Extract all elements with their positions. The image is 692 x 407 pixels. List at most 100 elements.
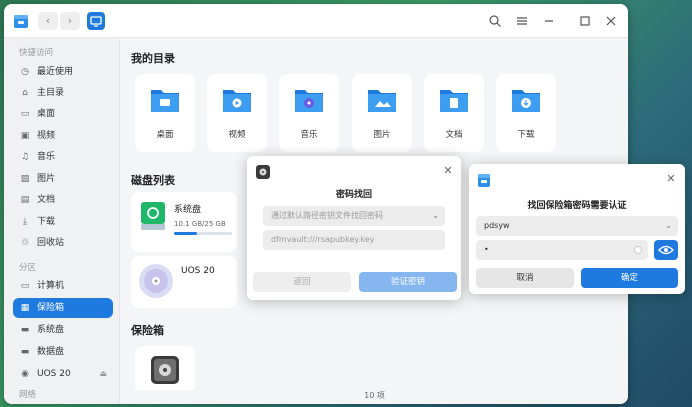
eject-icon[interactable]: ⏏: [99, 364, 107, 384]
music-folder-icon: [295, 90, 323, 112]
sidebar-item-uos-disc[interactable]: ◉ UOS 20 ⏏: [13, 364, 113, 384]
sidebar-item-label: 主目录: [37, 88, 65, 98]
folder-label: 下载: [517, 130, 535, 140]
key-path-field[interactable]: dfmvault:///rsapubkey.key: [263, 230, 445, 250]
sidebar-item-downloads[interactable]: ⤓ 下载: [13, 212, 113, 232]
vault-icon: ▦: [20, 303, 30, 313]
folder-pictures[interactable]: 图片: [352, 74, 412, 152]
video-folder-icon: [223, 90, 251, 112]
sidebar-item-desktop[interactable]: ▭ 桌面: [13, 104, 113, 124]
forward-button[interactable]: ›: [60, 12, 80, 30]
sidebar-item-label: 文档: [37, 195, 56, 205]
computer-view-button[interactable]: [87, 12, 105, 30]
sidebar-item-label: 下载: [37, 217, 56, 227]
back-button[interactable]: 返回: [253, 272, 351, 292]
sidebar-item-computer[interactable]: ▭ 计算机: [13, 276, 113, 296]
safe-icon: [151, 356, 179, 384]
sidebar-item-vault[interactable]: ▦ 保险箱: [13, 298, 113, 318]
folder-label: 文档: [445, 130, 463, 140]
folder-label: 桌面: [156, 130, 174, 140]
show-password-button[interactable]: [654, 240, 678, 260]
sidebar: 快捷访问 ◷ 最近使用 ⌂ 主目录 ▭ 桌面 ▣ 视频 ♫ 音乐 ▨ 图片 ▤ 文档 ⤓ 下载 …: [4, 38, 120, 404]
monitor-icon: [90, 16, 102, 27]
chevron-down-icon: ⌄: [432, 211, 439, 220]
vault-item[interactable]: [135, 346, 195, 394]
sidebar-item-label: 音乐: [37, 152, 56, 162]
sidebar-item-label: 回收站: [37, 238, 65, 248]
sidebar-item-home[interactable]: ⌂ 主目录: [13, 83, 113, 103]
password-recovery-dialog: ✕ 密码找回 通过默认路径密钥文件找回密码 ⌄ dfmvault:///rsap…: [247, 156, 461, 300]
verify-key-button[interactable]: 验证密钥: [359, 272, 457, 292]
disk-list-title: 磁盘列表: [131, 174, 175, 187]
sidebar-item-label: UOS 20: [37, 369, 71, 379]
status-bar: 10 项: [121, 390, 628, 404]
password-input[interactable]: •: [476, 240, 648, 260]
system-disk-card[interactable]: 系统盘 10.1 GB/25 GB: [131, 192, 237, 252]
folder-label: 视频: [228, 130, 246, 140]
computer-icon: ▭: [20, 281, 30, 291]
close-icon[interactable]: ✕: [442, 165, 454, 177]
sidebar-item-label: 计算机: [37, 281, 65, 291]
sidebar-item-data-disk[interactable]: ▬ 数据盘: [13, 342, 113, 362]
vault-title: 保险箱: [131, 324, 164, 337]
document-folder-icon: [440, 90, 468, 112]
sidebar-item-videos[interactable]: ▣ 视频: [13, 126, 113, 146]
system-disk-usage-fill: [174, 232, 198, 235]
system-disk-usage: 10.1 GB/25 GB: [174, 220, 226, 228]
clear-input-icon[interactable]: [634, 246, 642, 254]
folder-desktop[interactable]: 桌面: [135, 74, 195, 152]
dialog-title: 找回保险箱密码需要认证: [527, 201, 627, 211]
system-disk-name: 系统盘: [174, 205, 202, 215]
sidebar-item-label: 桌面: [37, 109, 56, 119]
folder-label: 音乐: [300, 130, 318, 140]
disk-icon: ▬: [20, 325, 30, 335]
folder-documents[interactable]: 文档: [424, 74, 484, 152]
cancel-button[interactable]: 取消: [476, 268, 574, 288]
sidebar-item-label: 数据盘: [37, 347, 65, 357]
video-icon: ▣: [20, 131, 30, 141]
system-disk-icon: [141, 202, 165, 230]
sidebar-item-label: 最近使用: [37, 67, 74, 77]
recovery-method-select[interactable]: 通过默认路径密钥文件找回密码 ⌄: [263, 206, 445, 226]
trash-icon: ♲: [20, 238, 30, 248]
back-button[interactable]: ‹: [38, 12, 58, 30]
home-icon: ⌂: [22, 88, 28, 98]
sidebar-item-label: 视频: [37, 131, 56, 141]
download-folder-icon: [512, 90, 540, 112]
sidebar-item-label: 保险箱: [37, 303, 65, 313]
optical-disc-icon: [139, 264, 173, 298]
folder-label: 图片: [373, 130, 391, 140]
sidebar-item-label: 系统盘: [37, 325, 65, 335]
disc-icon: ◉: [21, 369, 29, 379]
title-bar: ‹ ›: [4, 4, 628, 38]
sidebar-item-system-disk[interactable]: ▬ 系统盘: [13, 320, 113, 340]
desktop-icon: ▭: [20, 109, 30, 119]
uos-disc-card[interactable]: UOS 20: [131, 256, 237, 308]
sidebar-item-trash[interactable]: ♲ 回收站: [13, 233, 113, 253]
system-disk-usage-bar: [174, 232, 232, 235]
maximize-icon[interactable]: [578, 14, 592, 28]
sidebar-item-documents[interactable]: ▤ 文档: [13, 190, 113, 210]
picture-folder-icon: [368, 90, 396, 112]
folder-downloads[interactable]: 下载: [496, 74, 556, 152]
close-icon[interactable]: [604, 14, 618, 28]
sidebar-item-pictures[interactable]: ▨ 图片: [13, 169, 113, 189]
dialog-title: 密码找回: [335, 190, 372, 200]
search-icon[interactable]: [488, 14, 502, 28]
safe-icon: [256, 165, 270, 179]
close-icon[interactable]: ✕: [665, 173, 677, 185]
uos-disc-name: UOS 20: [181, 266, 215, 276]
my-directory-title: 我的目录: [131, 52, 175, 65]
folder-videos[interactable]: 视频: [207, 74, 267, 152]
confirm-button[interactable]: 确定: [581, 268, 678, 288]
picture-icon: ▨: [20, 174, 30, 184]
username-select[interactable]: pdsyw ⌄: [476, 216, 678, 236]
document-icon: ▤: [20, 195, 30, 205]
disk-icon: ▬: [20, 347, 30, 357]
minimize-icon[interactable]: [542, 14, 556, 28]
sidebar-item-music[interactable]: ♫ 音乐: [13, 147, 113, 167]
sidebar-item-recent[interactable]: ◷ 最近使用: [13, 62, 113, 82]
authentication-dialog: ✕ 找回保险箱密码需要认证 pdsyw ⌄ • 取消 确定: [469, 164, 685, 294]
menu-icon[interactable]: [515, 14, 529, 28]
folder-music[interactable]: 音乐: [279, 74, 339, 152]
